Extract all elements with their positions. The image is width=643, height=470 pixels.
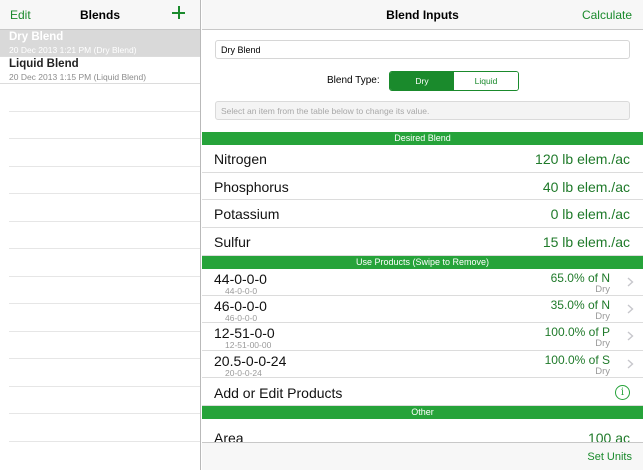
blends-nav-bar: Edit Blends — [0, 0, 200, 30]
empty-row — [9, 194, 200, 222]
nutrient-row-sulfur[interactable]: Sulfur 15 lb elem./ac — [202, 228, 643, 256]
blend-list: Dry Blend 20 Dec 2013 1:21 PM (Dry Blend… — [0, 30, 200, 470]
add-or-edit-products-label: Add or Edit Products — [214, 384, 343, 401]
empty-row — [9, 222, 200, 249]
product-subtitle: 44-0-0-0 — [225, 285, 258, 296]
product-name: 12-51-0-0 — [214, 325, 275, 342]
product-subtitle: 12-51-00-00 — [225, 340, 272, 351]
nutrient-value: 120 lb elem./ac — [535, 151, 630, 167]
product-type: Dry — [595, 311, 610, 323]
blend-name: Dry Blend — [9, 31, 64, 43]
product-row[interactable]: 20.5-0-0-24 20-0-0-24 100.0% of S Dry — [202, 350, 643, 378]
nutrient-label: Potassium — [214, 206, 280, 223]
product-row[interactable]: 46-0-0-0 46-0-0-0 35.0% of N Dry — [202, 296, 643, 324]
product-subtitle: 46-0-0-0 — [225, 313, 258, 324]
empty-row — [9, 277, 200, 304]
empty-row — [9, 249, 200, 277]
nutrient-label: Sulfur — [214, 234, 251, 251]
nutrient-value: 0 lb elem./ac — [550, 206, 630, 223]
blend-type-liquid[interactable]: Liquid — [454, 72, 518, 90]
product-name: 46-0-0-0 — [214, 298, 267, 315]
product-type: Dry — [595, 338, 610, 350]
product-row[interactable]: 12-51-0-0 12-51-00-00 100.0% of P Dry — [202, 323, 643, 351]
blend-inputs-nav-bar: Blend Inputs Calculate — [202, 0, 643, 30]
product-percent: 65.0% of N — [550, 270, 610, 285]
product-subtitle: 20-0-0-24 — [225, 367, 262, 378]
empty-row — [9, 414, 200, 442]
empty-row — [9, 332, 200, 359]
product-percent: 100.0% of S — [544, 352, 610, 367]
product-row[interactable]: 44-0-0-0 44-0-0-0 65.0% of N Dry — [202, 268, 643, 297]
product-name: 44-0-0-0 — [214, 270, 267, 287]
nutrient-label: Nitrogen — [214, 151, 267, 167]
blend-date: 20 Dec 2013 1:21 PM (Dry Blend) — [9, 45, 137, 55]
nutrient-value: 40 lb elem./ac — [542, 178, 630, 195]
blend-name-field[interactable]: Dry Blend — [215, 40, 630, 59]
empty-row — [9, 304, 200, 332]
product-percent: 100.0% of P — [544, 325, 610, 340]
product-type: Dry — [595, 365, 610, 377]
add-or-edit-products-row[interactable]: Add or Edit Products i — [202, 377, 643, 406]
nutrient-value: 15 lb elem./ac — [542, 234, 630, 251]
set-units-button[interactable]: Set Units — [587, 451, 632, 463]
blend-name: Liquid Blend — [9, 58, 79, 70]
blend-type-segmented-control: Dry Liquid — [389, 71, 519, 91]
product-percent: 35.0% of N — [550, 298, 610, 313]
value-hint-field[interactable]: Select an item from the table below to c… — [215, 101, 630, 120]
calculate-button[interactable]: Calculate — [582, 8, 632, 22]
blend-inputs-title: Blend Inputs — [386, 8, 459, 22]
product-type: Dry — [595, 283, 610, 295]
empty-row — [9, 84, 200, 112]
empty-row — [9, 387, 200, 414]
bottom-toolbar: Set Units — [202, 442, 643, 470]
empty-row — [9, 139, 200, 167]
section-header-other: Other — [202, 405, 643, 419]
blend-type-dry[interactable]: Dry — [390, 72, 454, 90]
plus-icon[interactable] — [168, 1, 190, 23]
product-name: 20.5-0-0-24 — [214, 352, 287, 369]
chevron-right-icon — [627, 304, 634, 314]
blend-date: 20 Dec 2013 1:15 PM (Liquid Blend) — [9, 72, 147, 82]
blend-settings: Dry Blend Blend Type: Dry Liquid Select … — [202, 30, 643, 132]
empty-row — [9, 167, 200, 194]
blend-row-liquid[interactable]: Liquid Blend 20 Dec 2013 1:15 PM (Liquid… — [0, 57, 200, 84]
chevron-right-icon — [627, 359, 634, 369]
nutrient-label: Phosphorus — [214, 178, 289, 195]
empty-row — [9, 359, 200, 387]
nutrient-row-nitrogen[interactable]: Nitrogen 120 lb elem./ac — [202, 145, 643, 173]
blends-pane: Edit Blends Dry Blend 20 Dec 2013 1:21 P… — [0, 0, 201, 470]
section-header-desired-blend: Desired Blend — [202, 132, 643, 145]
blend-type-label: Blend Type: — [327, 75, 380, 86]
blend-row-dry[interactable]: Dry Blend 20 Dec 2013 1:21 PM (Dry Blend… — [0, 30, 200, 57]
nutrient-row-phosphorus[interactable]: Phosphorus 40 lb elem./ac — [202, 172, 643, 201]
blend-inputs-pane: Blend Inputs Calculate Dry Blend Blend T… — [202, 0, 643, 470]
chevron-right-icon — [627, 277, 634, 287]
section-header-use-products: Use Products (Swipe to Remove) — [202, 255, 643, 269]
chevron-right-icon — [627, 331, 634, 341]
nutrient-row-potassium[interactable]: Potassium 0 lb elem./ac — [202, 200, 643, 229]
info-icon[interactable]: i — [615, 384, 630, 400]
empty-row — [9, 112, 200, 139]
